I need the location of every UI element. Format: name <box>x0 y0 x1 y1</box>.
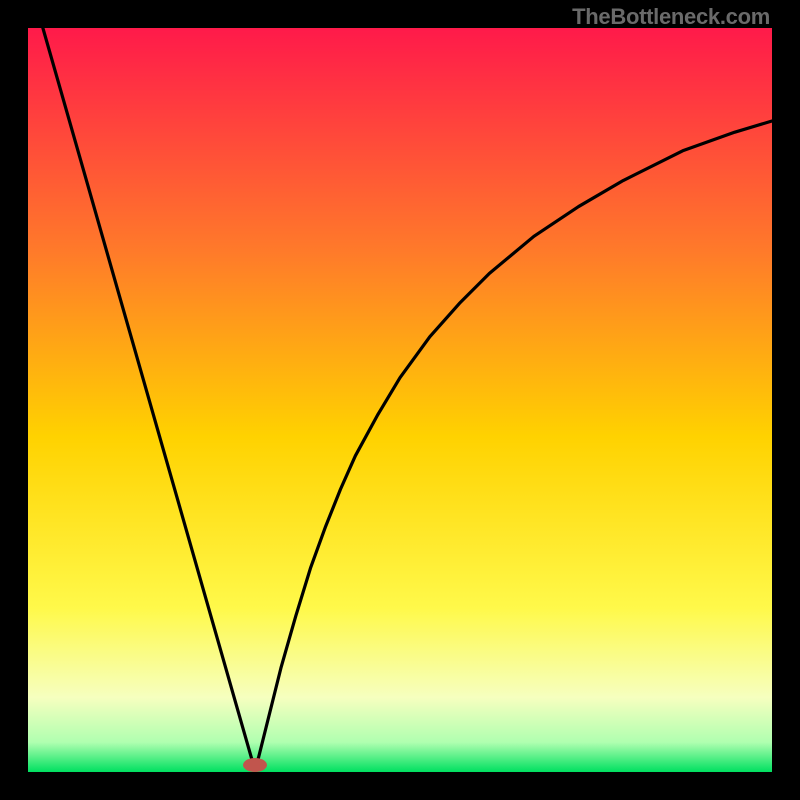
chart-container: TheBottleneck.com <box>0 0 800 800</box>
curve-layer <box>28 28 772 772</box>
bottleneck-curve <box>43 28 772 768</box>
plot-area <box>28 28 772 772</box>
optimum-marker <box>243 758 267 772</box>
attribution-text: TheBottleneck.com <box>572 4 770 30</box>
